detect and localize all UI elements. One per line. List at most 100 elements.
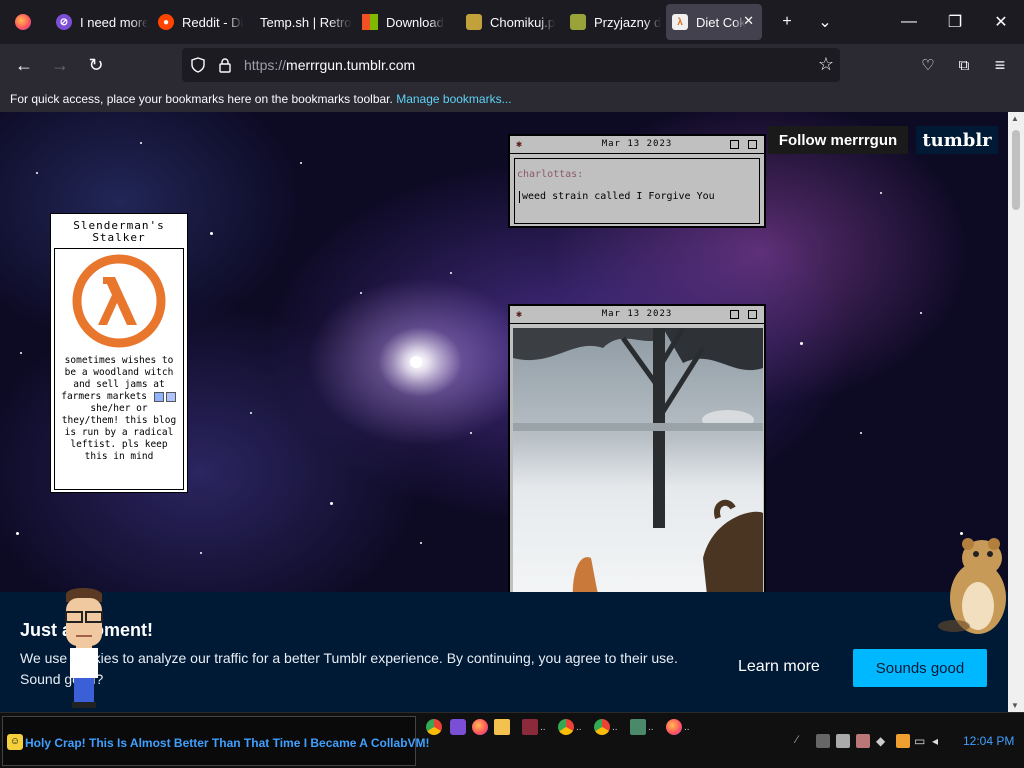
post-video[interactable] [513,328,763,604]
tab-3[interactable]: Temp.sh | Retro [254,4,354,40]
chrome-icon [426,719,442,735]
minimize-button[interactable]: — [886,0,932,44]
menu-button[interactable]: ≡ [984,50,1016,80]
extensions-button[interactable]: ⧉ [948,50,980,80]
learn-more-button[interactable]: Learn more [738,658,820,676]
chomikuj-icon [466,14,482,30]
smiley-icon: ☺ [7,734,23,750]
tab-strip: ⊘ I need more ● Reddit - Di Temp.sh | Re… [0,0,1024,44]
visual-studio-icon [450,719,466,735]
bookmarks-hint: For quick access, place your bookmarks h… [10,92,393,106]
back-button[interactable]: ← [8,50,40,80]
manage-bookmarks-link[interactable]: Manage bookmarks... [396,92,511,106]
close-tab-icon[interactable]: ✕ [743,13,754,29]
tab-label: I need more [80,14,148,30]
forward-button[interactable]: → [44,50,76,80]
tray-network-off-icon[interactable] [816,734,830,748]
puzzle-icon: ⧉ [958,56,970,74]
hamster-sprite[interactable] [934,536,1020,640]
taskbar-file-explorer[interactable] [494,716,510,738]
url-text[interactable]: https://merrrgun.tumblr.com [244,57,415,73]
post-title-bar: ✱ Mar 13 2023 [510,136,764,154]
collabvm-ticker: ☺ Holy Crap! This Is Almost Better Than … [2,716,430,766]
taskbar-firefox[interactable] [472,716,488,738]
post-title-bar: ✱ Mar 13 2023 [510,306,764,324]
app-icon [522,719,538,735]
scroll-down-arrow-icon[interactable]: ▼ [1011,701,1019,710]
taskbar-chrome[interactable] [426,716,442,738]
reload-icon: ↻ [88,54,104,75]
cookie-message: We use cookies to analyze our traffic fo… [20,650,678,687]
tab-label: Temp.sh | Retro [260,14,352,30]
tray-app-icon[interactable] [856,734,870,748]
reload-button[interactable]: ↻ [80,50,112,80]
network-icon[interactable]: ▭ [914,734,928,748]
app-icon [630,719,646,735]
tab-1[interactable]: ⊘ I need more [50,4,148,40]
taskbar-app[interactable]: .. [522,716,546,738]
firefox-icon [666,719,682,735]
window-minimize-icon[interactable] [730,140,739,149]
post-author[interactable]: charlottas: [517,169,583,180]
taskbar-chrome-window[interactable]: .. [558,716,582,738]
url-host: merrrgun.tumblr.com [286,57,416,73]
tab-6[interactable]: Przyjazny d [564,4,662,40]
blog-sidebar: Slenderman's Stalker sometimes wishes to… [50,213,188,493]
tab-2[interactable]: ● Reddit - Di [152,4,250,40]
folder-icon [494,719,510,735]
taskbar-chrome-window[interactable]: .. [594,716,618,738]
taskbar: ☺ Holy Crap! This Is Almost Better Than … [0,712,1024,768]
scroll-up-arrow-icon[interactable]: ▲ [1011,114,1019,123]
tab-label: Reddit - Di [182,14,244,30]
tray-app-icon[interactable] [896,734,910,748]
follow-button[interactable]: Follow merrrgun [768,126,908,154]
tab-5[interactable]: Chomikuj.p [460,4,560,40]
maximize-button[interactable]: ❐ [932,0,978,44]
hamburger-icon: ≡ [994,54,1006,75]
window-maximize-icon[interactable] [748,140,757,149]
emoji-icon [153,391,164,402]
taskbar-firefox-window[interactable]: .. [666,716,690,738]
post-body: charlottas: weed strain called I Forgive… [514,158,760,224]
close-window-button[interactable]: ✕ [978,0,1024,44]
tray-arrow-icon[interactable]: ⁄ [796,734,810,748]
tab-active[interactable]: λ Diet Cok ✕ [666,4,762,40]
url-bar[interactable]: https://merrrgun.tumblr.com ☆ [182,48,840,82]
speaker-icon[interactable]: ◂ [932,734,946,748]
tab-firefox-view[interactable] [6,4,40,40]
blog-description-part2: she/her or they/them! this blog is run b… [61,403,177,462]
emoji-icon [165,391,176,402]
window-minimize-icon[interactable] [730,310,739,319]
ticker-text: Holy Crap! This Is Almost Better Than Th… [25,736,430,750]
post-date: Mar 13 2023 [601,309,673,319]
accept-cookies-button[interactable]: Sounds good [853,649,987,687]
forward-arrow-icon: → [51,54,69,75]
clock[interactable]: 12:04 PM [963,734,1014,748]
taskbar-visual-studio[interactable] [450,716,466,738]
microsoft-icon [362,14,378,30]
back-arrow-icon: ← [15,54,33,75]
tab-label: Download [386,14,444,30]
scrollbar-thumb[interactable] [1012,130,1020,210]
tray-droplet-icon[interactable]: ◆ [876,734,890,748]
tray-app-icon[interactable] [836,734,850,748]
tumblr-logo[interactable]: tumblr [916,126,998,154]
desktop-character-sprite[interactable] [56,586,112,710]
list-all-tabs-button[interactable]: ⌄ [802,0,848,44]
lock-icon[interactable] [218,57,232,73]
tab-label: Przyjazny d [594,14,662,30]
post-date: Mar 13 2023 [601,139,673,149]
reddit-icon: ● [158,14,174,30]
ai-chat-icon: ⊘ [56,14,72,30]
snow-scene-image [513,328,763,604]
pocket-icon: ♡ [921,57,935,74]
shield-icon[interactable] [190,57,206,73]
tab-4[interactable]: Download [356,4,456,40]
taskbar-app[interactable]: .. [630,716,654,738]
bookmark-star-icon[interactable]: ☆ [818,54,834,75]
half-life-lambda-logo-icon [72,254,166,348]
window-maximize-icon[interactable] [748,310,757,319]
blog-description: sometimes wishes to be a woodland witch … [55,355,183,463]
post-window: ✱ Mar 13 2023 [508,304,766,604]
pocket-button[interactable]: ♡ [912,50,944,80]
